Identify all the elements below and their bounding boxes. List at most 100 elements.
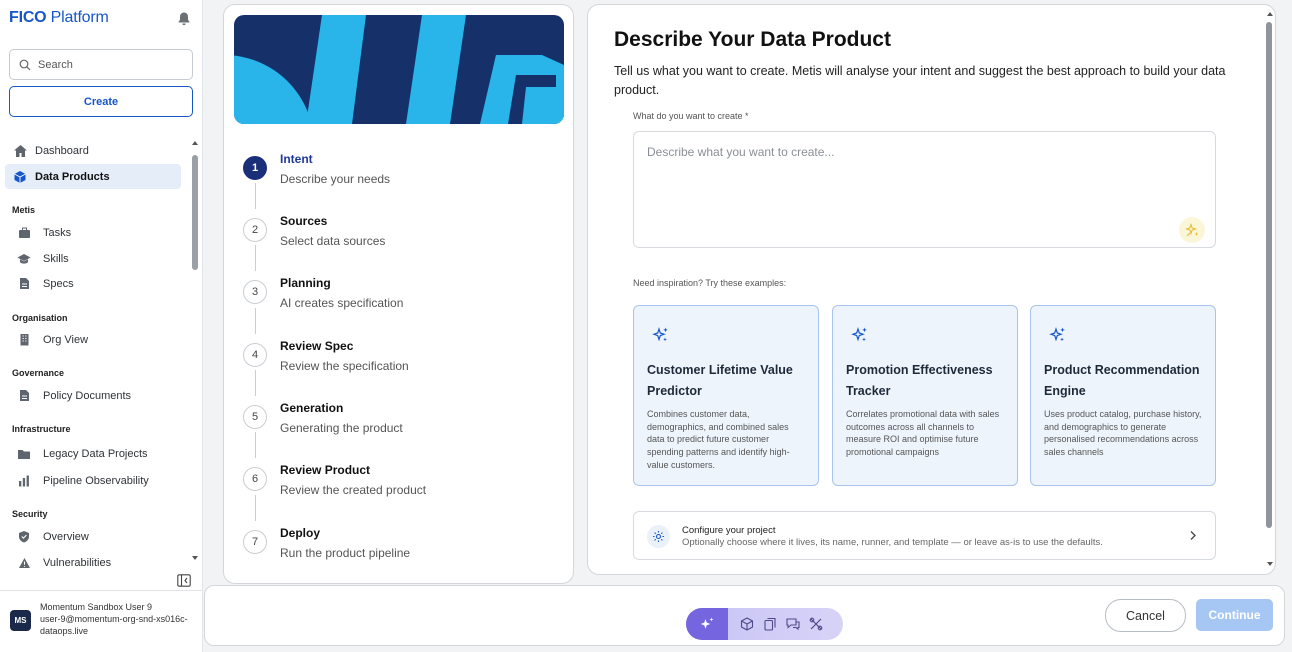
step-description: Review the created product xyxy=(280,483,427,497)
example-card-promotion[interactable]: Promotion Effectiveness Tracker Correlat… xyxy=(832,305,1018,486)
step-generation[interactable]: 5 Generation Generating the product xyxy=(243,401,543,445)
sidebar-item-pipeline-observability[interactable]: Pipeline Observability xyxy=(5,468,181,493)
section-label-organisation: Organisation xyxy=(12,313,68,323)
example-title: Customer Lifetime Value Predictor xyxy=(647,363,793,398)
section-label-metis: Metis xyxy=(12,205,36,215)
step-description: Run the product pipeline xyxy=(280,546,411,560)
create-button[interactable]: Create xyxy=(9,86,193,117)
page-title: Describe Your Data Product xyxy=(614,28,891,51)
search-input[interactable]: Search xyxy=(38,59,73,71)
sidebar-item-label: Skills xyxy=(43,252,69,265)
step-intent[interactable]: 1 Intent Describe your needs xyxy=(243,152,543,196)
step-title: Deploy xyxy=(280,526,321,540)
main-scrollbar-thumb[interactable] xyxy=(1266,22,1272,528)
sidebar-item-label: Dashboard xyxy=(35,144,89,157)
cancel-button[interactable]: Cancel xyxy=(1105,599,1186,632)
step-description: Review the specification xyxy=(280,359,409,373)
step-number: 5 xyxy=(243,405,267,429)
cube-icon[interactable] xyxy=(739,616,755,632)
step-planning[interactable]: 3 Planning AI creates specification xyxy=(243,276,543,320)
document-icon xyxy=(5,389,43,402)
sidebar-item-label: Org View xyxy=(43,333,89,346)
sidebar-item-label: Specs xyxy=(43,277,74,290)
step-title: Planning xyxy=(280,276,331,290)
sidebar-item-label: Data Products xyxy=(35,170,110,183)
avatar: MS xyxy=(10,610,31,631)
intent-textarea[interactable] xyxy=(633,131,1216,248)
sidebar-item-policy-documents[interactable]: Policy Documents xyxy=(5,383,181,408)
example-title: Product Recommendation Engine xyxy=(1044,363,1200,398)
example-card-recommendation[interactable]: Product Recommendation Engine Uses produ… xyxy=(1030,305,1216,486)
sidebar-item-overview[interactable]: Overview xyxy=(5,524,181,549)
step-description: Select data sources xyxy=(280,234,386,248)
step-sources[interactable]: 2 Sources Select data sources xyxy=(243,214,543,258)
copy-icon[interactable] xyxy=(762,616,778,632)
sparkle-icon xyxy=(851,326,869,344)
step-description: AI creates specification xyxy=(280,296,404,310)
step-number: 3 xyxy=(243,280,267,304)
sidebar-item-label: Vulnerabilities xyxy=(43,556,112,569)
step-title: Generation xyxy=(280,401,344,415)
main-panel: Describe Your Data Product Tell us what … xyxy=(587,4,1276,575)
step-number: 4 xyxy=(243,343,267,367)
sidebar-item-org-view[interactable]: Org View xyxy=(5,327,181,352)
bar-chart-icon xyxy=(5,475,43,487)
brand-bold: FICO xyxy=(9,9,47,26)
step-title: Review Product xyxy=(280,463,371,477)
wizard-stepper-panel: 1 Intent Describe your needs 2 Sources S… xyxy=(223,4,574,584)
folder-icon xyxy=(5,448,43,460)
shield-icon xyxy=(5,530,43,543)
continue-button[interactable]: Continue xyxy=(1196,599,1273,631)
warning-icon xyxy=(5,557,43,569)
sidebar-item-data-products[interactable]: Data Products xyxy=(5,164,181,189)
sidebar-item-dashboard[interactable]: Dashboard xyxy=(5,138,181,163)
home-icon xyxy=(5,144,35,158)
collapse-sidebar-icon[interactable] xyxy=(177,574,191,587)
step-review-product[interactable]: 6 Review Product Review the created prod… xyxy=(243,463,543,507)
sidebar-item-tasks[interactable]: Tasks xyxy=(5,220,181,245)
sidebar: FICO Platform Search Create Dashboard Da… xyxy=(0,0,203,652)
chat-icon[interactable] xyxy=(785,616,801,632)
tools-icon[interactable] xyxy=(808,616,824,632)
user-email: user-9@momentum-org-snd-xs016c-dataops.l… xyxy=(40,614,188,636)
ai-assist-icon[interactable] xyxy=(1179,217,1205,243)
sparkle-icon xyxy=(1049,326,1067,344)
user-info: Momentum Sandbox User 9 user-9@momentum-… xyxy=(40,601,190,637)
sparkle-icon[interactable] xyxy=(686,608,728,640)
user-profile[interactable]: MS Momentum Sandbox User 9 user-9@moment… xyxy=(0,590,203,652)
sidebar-item-label: Legacy Data Projects xyxy=(43,447,148,460)
step-title: Sources xyxy=(280,214,328,228)
gear-icon xyxy=(647,525,670,548)
section-label-governance: Governance xyxy=(12,368,65,378)
section-label-security: Security xyxy=(12,509,48,519)
configure-project-row[interactable]: Configure your project Optionally choose… xyxy=(633,511,1216,560)
brand-rest: Platform xyxy=(46,9,109,26)
sidebar-item-legacy-data-projects[interactable]: Legacy Data Projects xyxy=(5,441,181,466)
sidebar-item-specs[interactable]: Specs xyxy=(5,271,181,296)
brand-logo[interactable]: FICO Platform xyxy=(9,9,109,27)
sidebar-nav: Dashboard Data Products Metis Tasks Skil… xyxy=(0,138,188,570)
sidebar-item-skills[interactable]: Skills xyxy=(5,246,181,271)
user-name: Momentum Sandbox User 9 xyxy=(40,602,153,612)
sparkle-icon xyxy=(652,326,670,344)
chevron-right-icon xyxy=(1189,530,1197,541)
step-description: Describe your needs xyxy=(280,172,391,186)
sidebar-item-label: Pipeline Observability xyxy=(43,474,149,487)
search-box[interactable]: Search xyxy=(9,49,193,80)
step-number: 7 xyxy=(243,530,267,554)
sidebar-item-vulnerabilities[interactable]: Vulnerabilities xyxy=(5,550,181,570)
inspiration-label: Need inspiration? Try these examples: xyxy=(633,278,787,288)
step-review-spec[interactable]: 4 Review Spec Review the specification xyxy=(243,339,543,383)
example-description: Correlates promotional data with sales o… xyxy=(846,409,1000,458)
building-icon xyxy=(5,333,43,346)
section-label-infrastructure: Infrastructure xyxy=(12,424,71,434)
cube-icon xyxy=(5,170,35,184)
step-title: Review Spec xyxy=(280,339,354,353)
step-deploy[interactable]: 7 Deploy Run the product pipeline xyxy=(243,526,543,570)
example-card-clv[interactable]: Customer Lifetime Value Predictor Combin… xyxy=(633,305,819,486)
sidebar-item-label: Policy Documents xyxy=(43,389,132,402)
step-description: Generating the product xyxy=(280,421,403,435)
sidebar-scrollbar-thumb[interactable] xyxy=(192,155,198,270)
bell-icon[interactable] xyxy=(177,11,191,26)
step-number: 6 xyxy=(243,467,267,491)
